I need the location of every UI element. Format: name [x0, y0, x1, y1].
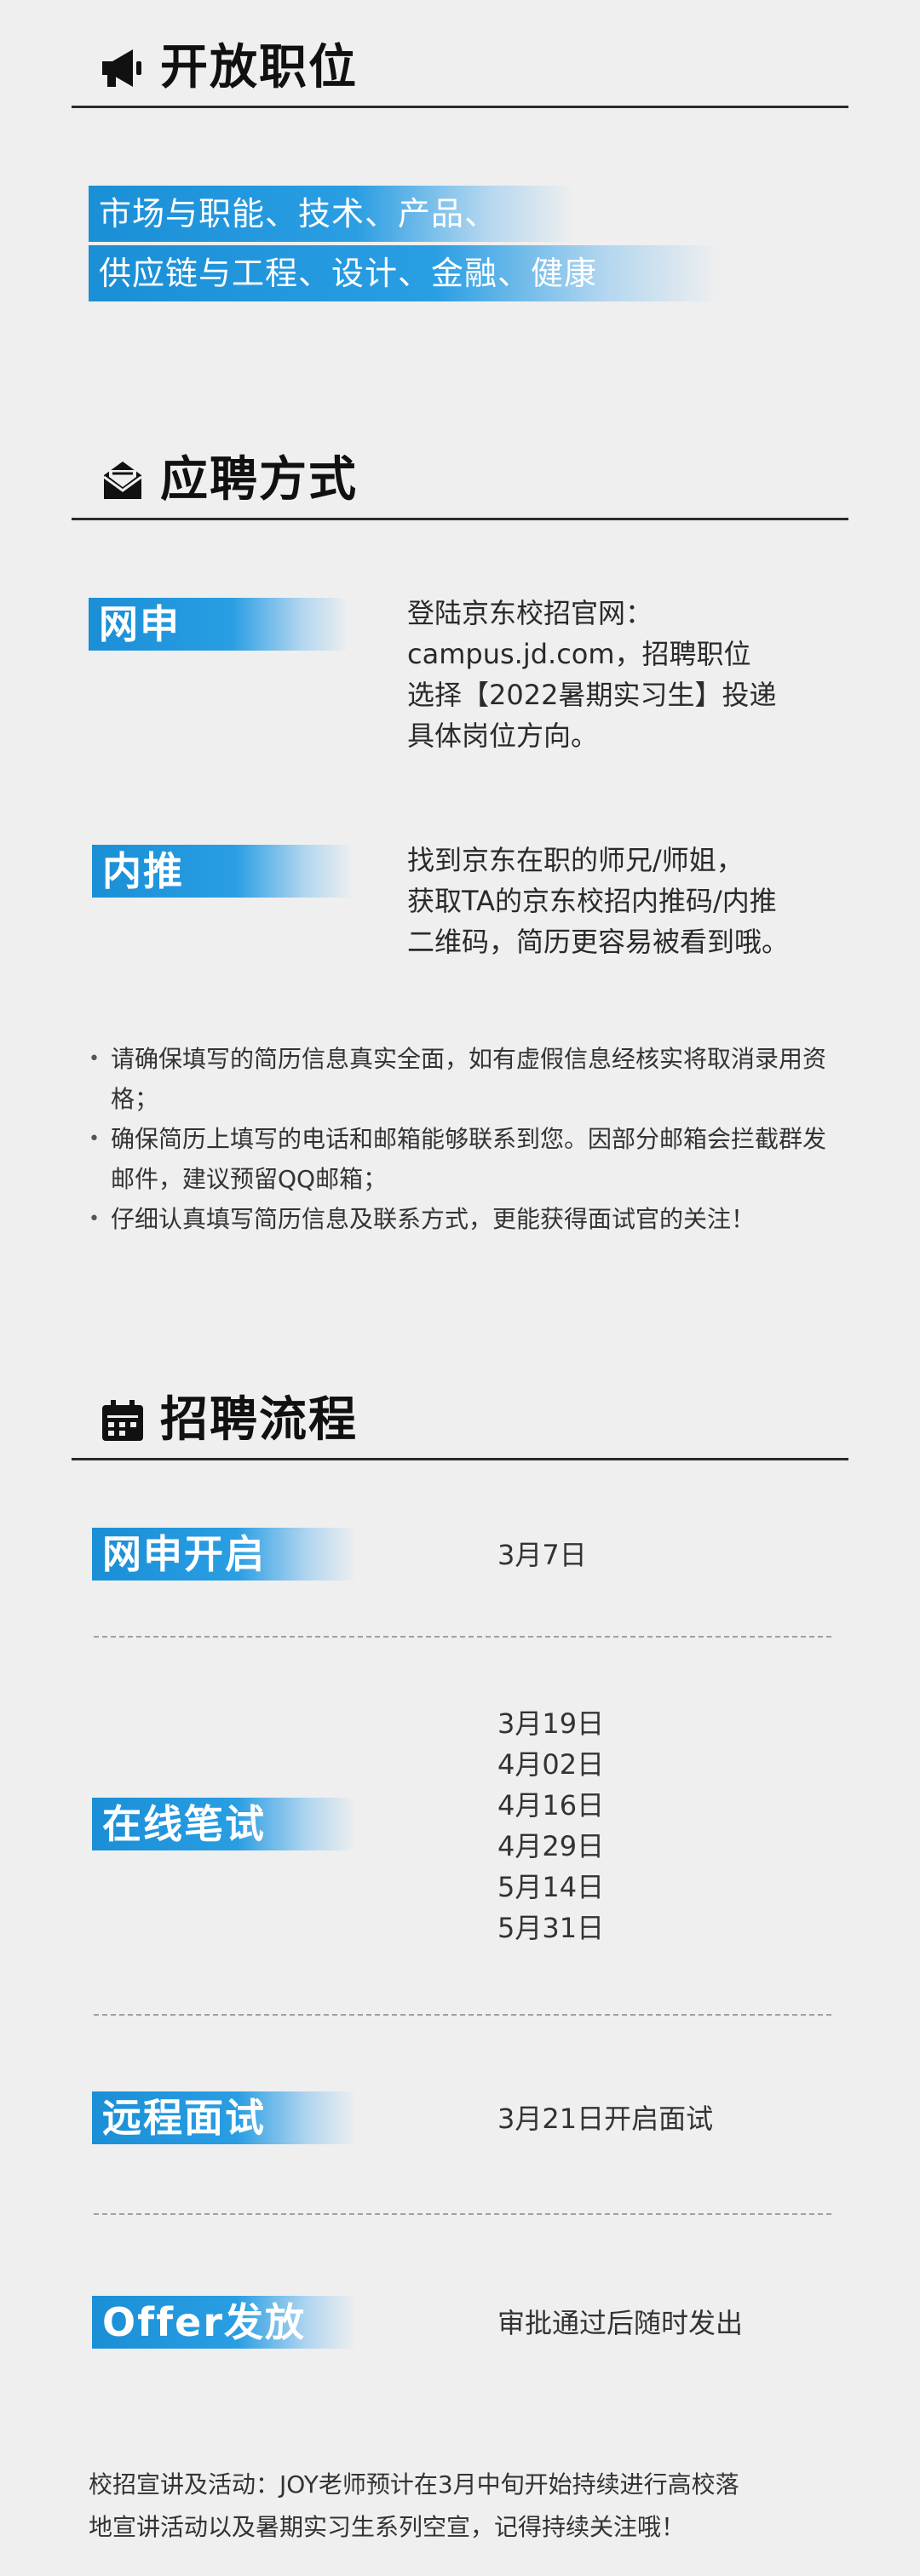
- stage-online-test-dates: 3月19日 4月02日 4月16日 4月29日 5月14日 5月31日: [497, 1703, 604, 1948]
- divider: [72, 1458, 848, 1460]
- dashed-divider: [94, 2014, 831, 2016]
- section-positions-header: 开放职位: [72, 39, 848, 108]
- date-item: 4月02日: [497, 1748, 605, 1781]
- text-line: 具体岗位方向。: [407, 720, 599, 752]
- stage-online-test-label: 在线笔试: [92, 1798, 356, 1850]
- positions-line-2: 供应链与工程、设计、金融、健康: [89, 245, 719, 301]
- dashed-divider: [94, 2213, 831, 2215]
- section-process-header: 招聘流程: [72, 1391, 848, 1460]
- note-item: 请确保填写的简历信息真实全面，如有虚假信息经核实将取消录用资格；: [89, 1039, 838, 1119]
- date-item: 4月29日: [497, 1830, 605, 1862]
- positions-line-1: 市场与职能、技术、产品、: [89, 186, 574, 242]
- footer-line: 校招宣讲及活动：JOY老师预计在3月中旬开始持续进行高校落: [89, 2470, 739, 2499]
- stage-online-open-label: 网申开启: [92, 1528, 356, 1581]
- text-line: 二维码，简历更容易被看到哦。: [407, 926, 790, 958]
- section-title: 应聘方式: [160, 452, 358, 508]
- date-item: 5月31日: [497, 1912, 605, 1944]
- text-line: 获取TA的京东校招内推码/内推: [407, 885, 777, 917]
- text-line: 选择【2022暑期实习生】投递: [407, 679, 777, 711]
- apply-referral-text: 找到京东在职的师兄/师姐， 获取TA的京东校招内推码/内推 二维码，简历更容易被…: [407, 840, 850, 962]
- apply-online-label: 网申: [89, 598, 349, 651]
- stage-remote-interview-label: 远程面试: [92, 2091, 356, 2144]
- apply-referral-label: 内推: [92, 845, 353, 898]
- apply-notes: 请确保填写的简历信息真实全面，如有虚假信息经核实将取消录用资格； 确保简历上填写…: [89, 1039, 838, 1239]
- footer-note: 校招宣讲及活动：JOY老师预计在3月中旬开始持续进行高校落 地宣讲活动以及暑期实…: [89, 2464, 855, 2549]
- date-item: 5月14日: [497, 1871, 605, 1903]
- date-item: 4月16日: [497, 1789, 605, 1822]
- stage-offer-label: Offer发放: [92, 2296, 356, 2349]
- calendar-icon: [99, 1398, 147, 1443]
- text-line: 找到京东在职的师兄/师姐，: [407, 844, 744, 876]
- note-item: 仔细认真填写简历信息及联系方式，更能获得面试官的关注！: [89, 1199, 838, 1239]
- note-item: 确保简历上填写的电话和邮箱能够联系到您。因部分邮箱会拦截群发邮件，建议预留QQ邮…: [89, 1119, 838, 1199]
- stage-online-open-date: 3月7日: [497, 1539, 587, 1571]
- text-line: 登陆京东校招官网：: [407, 597, 653, 629]
- text-line: campus.jd.com，招聘职位: [407, 638, 751, 670]
- envelope-icon: [99, 458, 147, 502]
- footer-line: 地宣讲活动以及暑期实习生系列空宣，记得持续关注哦！: [89, 2513, 686, 2541]
- dashed-divider: [94, 1636, 831, 1638]
- date-item: 3月19日: [497, 1707, 605, 1740]
- section-apply-header: 应聘方式: [72, 451, 848, 520]
- divider: [72, 106, 848, 108]
- divider: [72, 518, 848, 520]
- megaphone-icon: [99, 46, 147, 90]
- section-title: 招聘流程: [160, 1392, 358, 1448]
- stage-offer-date: 审批通过后随时发出: [497, 2307, 744, 2339]
- section-title: 开放职位: [160, 40, 358, 95]
- apply-online-text: 登陆京东校招官网： campus.jd.com，招聘职位 选择【2022暑期实习…: [407, 593, 850, 756]
- stage-remote-interview-date: 3月21日开启面试: [497, 2103, 714, 2135]
